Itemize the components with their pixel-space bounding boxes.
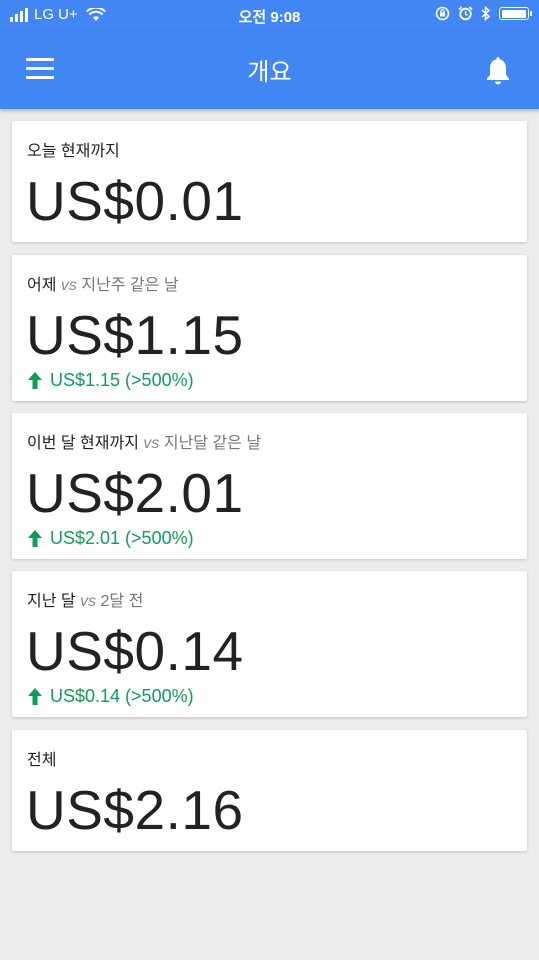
status-right [435,6,532,21]
change-indicator: US$1.15 (>500%) [28,370,194,391]
card-value: US$2.01 [26,462,244,524]
page-title: 개요 [247,59,292,86]
app-bar: 개요 [0,32,539,109]
change-text: US$1.15 (>500%) [50,370,194,390]
compare-text: 지난달 같은 날 [163,435,262,452]
card-label: 오늘 현재까지 [27,137,120,161]
arrow-up-icon [28,688,42,705]
change-indicator: US$2.01 (>500%) [28,528,194,549]
card-label: 어제 vs 지난주 같은 날 [27,271,179,295]
bell-icon [487,57,509,85]
card-last-month[interactable]: 지난 달 vs 2달 전 US$0.14 US$0.14 (>500%) [12,571,527,717]
compare-text: 지난주 같은 날 [81,277,179,294]
orientation-lock-icon [435,6,450,21]
arrow-up-icon [28,530,42,547]
vs-text: vs [60,277,77,294]
arrow-up-icon [28,372,42,389]
card-this-month[interactable]: 이번 달 현재까지 vs 지난달 같은 날 US$2.01 US$2.01 (>… [12,413,527,559]
card-value: US$0.01 [26,170,244,232]
bluetooth-icon [481,6,491,21]
card-label-text: 지난 달 [27,593,76,610]
card-label-text: 전체 [27,752,57,769]
card-label: 전체 [27,746,56,770]
card-yesterday[interactable]: 어제 vs 지난주 같은 날 US$1.15 US$1.15 (>500%) [12,255,527,401]
card-label-text: 이번 달 현재까지 [27,435,139,452]
card-today[interactable]: 오늘 현재까지 US$0.01 [12,121,527,242]
card-total[interactable]: 전체 US$2.16 [12,730,527,851]
vs-text: vs [143,435,160,452]
card-value: US$0.14 [26,620,244,682]
vs-text: vs [80,593,97,610]
card-label-text: 어제 [27,277,57,294]
change-indicator: US$0.14 (>500%) [28,686,194,707]
change-text: US$2.01 (>500%) [50,528,194,548]
card-label-text: 오늘 현재까지 [27,143,120,160]
status-bar: LG U+ 오전 9:08 [0,0,539,32]
compare-text: 2달 전 [100,593,144,610]
card-value: US$2.16 [26,779,244,841]
card-value: US$1.15 [26,304,244,366]
notifications-button[interactable] [483,54,513,86]
card-label: 이번 달 현재까지 vs 지난달 같은 날 [27,429,261,453]
change-text: US$0.14 (>500%) [50,686,194,706]
alarm-icon [458,6,473,21]
battery-icon [499,7,532,20]
card-label: 지난 달 vs 2달 전 [27,587,143,611]
